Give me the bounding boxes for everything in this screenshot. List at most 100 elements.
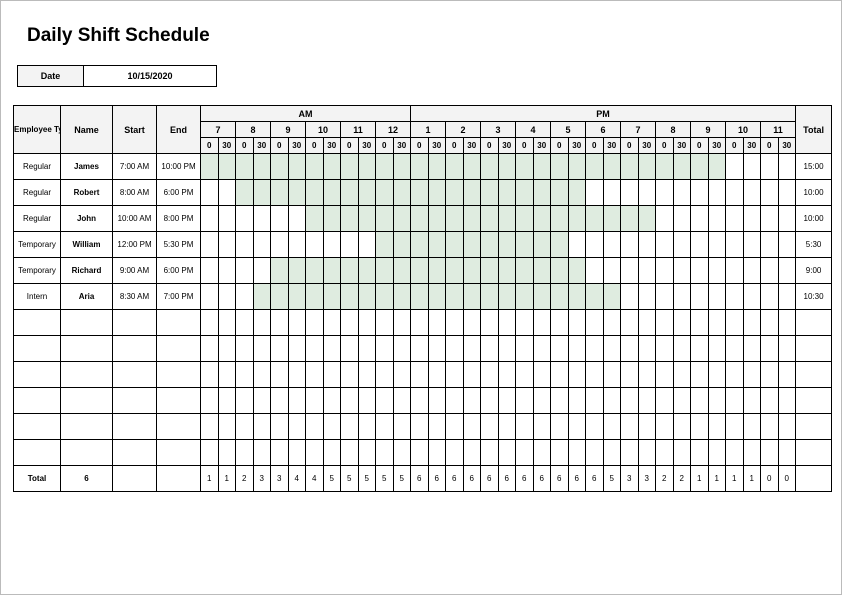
slot-cell <box>236 258 254 284</box>
cell-total: 5:30 <box>796 232 832 258</box>
slot-cell <box>358 388 376 414</box>
slot-cell <box>568 232 586 258</box>
slot-cell <box>411 310 429 336</box>
slot-cell <box>201 336 219 362</box>
slot-cell <box>201 284 219 310</box>
slot-cell <box>253 284 271 310</box>
slot-cell <box>551 258 569 284</box>
slot-cell <box>446 336 464 362</box>
slot-cell <box>638 154 656 180</box>
slot-cell <box>376 440 394 466</box>
slot-cell <box>743 388 761 414</box>
slot-cell <box>236 310 254 336</box>
slot-cell <box>743 336 761 362</box>
slot-cell <box>708 284 726 310</box>
slot-cell <box>691 362 709 388</box>
slot-cell <box>743 180 761 206</box>
cell-total: 15:00 <box>796 154 832 180</box>
slot-cell <box>638 258 656 284</box>
slot-cell <box>393 414 411 440</box>
slot-cell <box>778 154 796 180</box>
slot-cell <box>411 362 429 388</box>
slot-cell <box>516 310 534 336</box>
slot-cell <box>551 388 569 414</box>
slot-cell <box>341 310 359 336</box>
footer-slot: 6 <box>428 466 446 492</box>
cell-start <box>113 336 157 362</box>
slot-cell <box>218 232 236 258</box>
slot-cell <box>691 388 709 414</box>
header-hour: 11 <box>761 122 796 138</box>
slot-cell <box>341 440 359 466</box>
slot-cell <box>516 388 534 414</box>
slot-cell <box>638 284 656 310</box>
slot-cell <box>656 154 674 180</box>
cell-type <box>14 310 61 336</box>
slot-cell <box>463 362 481 388</box>
slot-cell <box>586 206 604 232</box>
slot-cell <box>656 336 674 362</box>
slot-cell <box>201 232 219 258</box>
slot-cell <box>323 336 341 362</box>
slot-cell <box>463 336 481 362</box>
slot-cell <box>201 258 219 284</box>
slot-cell <box>376 232 394 258</box>
slot-cell <box>201 154 219 180</box>
slot-cell <box>568 284 586 310</box>
slot-cell <box>551 180 569 206</box>
footer-slot: 4 <box>288 466 306 492</box>
slot-cell <box>621 388 639 414</box>
slot-cell <box>253 388 271 414</box>
slot-cell <box>673 414 691 440</box>
header-hour: 3 <box>481 122 516 138</box>
footer-slot: 1 <box>201 466 219 492</box>
header-hour: 6 <box>586 122 621 138</box>
slot-cell <box>236 284 254 310</box>
cell-type: Temporary <box>14 232 61 258</box>
slot-cell <box>638 362 656 388</box>
slot-cell <box>673 336 691 362</box>
slot-cell <box>656 362 674 388</box>
cell-name <box>61 336 113 362</box>
cell-end <box>157 440 201 466</box>
header-subtick: 30 <box>743 138 761 154</box>
header-subtick: 30 <box>638 138 656 154</box>
slot-cell <box>726 258 744 284</box>
slot-cell <box>568 388 586 414</box>
header-subtick: 30 <box>498 138 516 154</box>
slot-cell <box>691 206 709 232</box>
slot-cell <box>201 388 219 414</box>
header-subtick: 30 <box>463 138 481 154</box>
slot-cell <box>533 180 551 206</box>
slot-cell <box>218 206 236 232</box>
slot-cell <box>761 362 779 388</box>
slot-cell <box>446 258 464 284</box>
slot-cell <box>358 336 376 362</box>
slot-cell <box>656 180 674 206</box>
footer-slot: 5 <box>358 466 376 492</box>
slot-cell <box>586 336 604 362</box>
slot-cell <box>288 440 306 466</box>
slot-cell <box>516 284 534 310</box>
cell-type <box>14 388 61 414</box>
slot-cell <box>498 336 516 362</box>
slot-cell <box>376 180 394 206</box>
slot-cell <box>761 310 779 336</box>
header-hour: 11 <box>341 122 376 138</box>
cell-end: 6:00 PM <box>157 258 201 284</box>
slot-cell <box>358 310 376 336</box>
slot-cell <box>218 180 236 206</box>
slot-cell <box>533 362 551 388</box>
header-subtick: 30 <box>253 138 271 154</box>
slot-cell <box>621 414 639 440</box>
cell-end: 6:00 PM <box>157 180 201 206</box>
slot-cell <box>726 284 744 310</box>
slot-cell <box>341 336 359 362</box>
slot-cell <box>446 232 464 258</box>
slot-cell <box>743 362 761 388</box>
slot-cell <box>306 440 324 466</box>
slot-cell <box>428 154 446 180</box>
slot-cell <box>568 180 586 206</box>
slot-cell <box>708 232 726 258</box>
slot-cell <box>691 232 709 258</box>
